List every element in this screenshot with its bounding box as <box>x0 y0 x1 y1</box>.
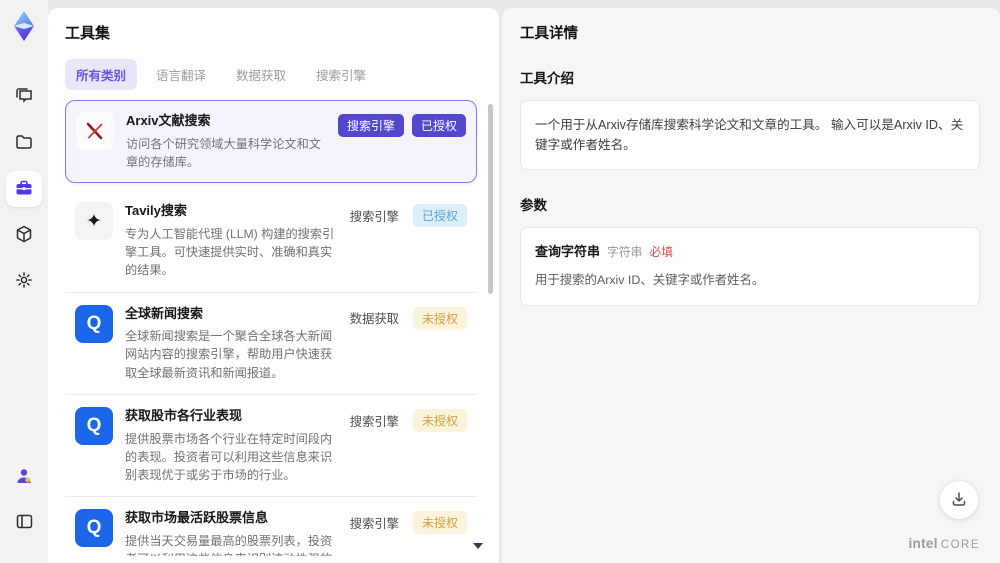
sidebar-item-settings[interactable] <box>6 263 42 299</box>
nav-rail <box>0 0 48 563</box>
app-logo-icon <box>10 10 38 45</box>
status-badge: 已授权 <box>411 114 466 137</box>
tools-list-panel: 工具集 所有类别 语言翻译 数据获取 搜索引擎 Arxiv文献搜索 访问各个研究… <box>48 8 499 563</box>
sidebar-item-chat[interactable] <box>6 79 42 115</box>
category-label: 搜索引擎 <box>349 516 399 531</box>
param-name: 查询字符串 <box>535 244 601 260</box>
tool-description: 全球新闻搜索是一个聚合全球各大新闻网站内容的搜索引擎，帮助用户快速获取全球最新资… <box>125 329 333 380</box>
tavily-logo-icon: ✦ <box>75 202 113 241</box>
app-window: 工具集 所有类别 语言翻译 数据获取 搜索引擎 Arxiv文献搜索 访问各个研究… <box>0 0 1000 563</box>
params-heading: 参数 <box>520 198 547 214</box>
detail-title: 工具详情 <box>520 26 578 42</box>
tool-name: Tavily搜索 <box>125 203 187 219</box>
param-description: 用于搜索的Arxiv ID、关键字或作者姓名。 <box>535 273 765 288</box>
tool-card-stock-sectors[interactable]: Q 获取股市各行业表现 提供股票市场各个行业在特定时间段内的表现。投资者可以利用… <box>65 395 477 498</box>
user-avatar-icon <box>14 466 34 489</box>
gear-icon <box>14 270 34 293</box>
folder-icon <box>14 132 34 155</box>
tool-intro-box: 一个用于从Arxiv存储库搜索科学论文和文章的工具。 输入可以是Arxiv ID… <box>520 100 980 171</box>
chat-icon <box>14 86 34 109</box>
download-icon <box>950 490 968 511</box>
tool-name: 获取市场最活跃股票信息 <box>125 510 269 526</box>
tool-description: 专为人工智能代理 (LLM) 构建的搜索引擎工具。可快速提供实时、准确和真实的结… <box>125 226 335 278</box>
tab-data-acquisition[interactable]: 数据获取 <box>225 59 297 90</box>
tool-card-active-stocks[interactable]: Q 获取市场最活跃股票信息 提供当天交易量最高的股票列表，投资者可以利用这些信息… <box>65 497 477 556</box>
tool-card-tavily[interactable]: ✦ Tavily搜索 专为人工智能代理 (LLM) 构建的搜索引擎工具。可快速提… <box>65 190 477 293</box>
tab-all-categories[interactable]: 所有类别 <box>65 59 138 90</box>
param-required-flag: 必填 <box>649 245 674 260</box>
arxiv-logo-icon <box>76 112 114 150</box>
tool-card-arxiv[interactable]: Arxiv文献搜索 访问各个研究领域大量科学论文和文章的存储库。 搜索引擎 已授… <box>65 100 477 184</box>
intro-heading: 工具介绍 <box>520 71 574 86</box>
param-type: 字符串 <box>607 245 643 260</box>
category-label: 搜索引擎 <box>349 414 399 429</box>
sidebar-collapse-button[interactable] <box>6 505 42 541</box>
tab-search-engine[interactable]: 搜索引擎 <box>305 59 377 90</box>
sidebar-item-account[interactable] <box>6 459 42 495</box>
status-badge: 已授权 <box>412 204 467 228</box>
list-scrollbar[interactable] <box>488 104 493 294</box>
quark-logo-icon: Q <box>75 304 113 343</box>
category-badge: 搜索引擎 <box>337 114 404 137</box>
quark-logo-icon: Q <box>75 407 113 446</box>
category-label: 搜索引擎 <box>349 209 399 224</box>
scroll-down-icon[interactable] <box>473 543 483 549</box>
tool-name: Arxiv文献搜索 <box>126 113 211 128</box>
tab-language-translation[interactable]: 语言翻译 <box>145 59 217 90</box>
tool-card-global-news[interactable]: Q 全球新闻搜索 全球新闻搜索是一个聚合全球各大新闻网站内容的搜索引擎，帮助用户… <box>65 292 477 396</box>
status-badge: 未授权 <box>412 306 467 330</box>
category-tabs: 所有类别 语言翻译 数据获取 搜索引擎 <box>65 59 499 90</box>
quark-logo-icon: Q <box>75 509 113 548</box>
param-box: 查询字符串 字符串 必填 用于搜索的Arxiv ID、关键字或作者姓名。 <box>520 227 980 306</box>
intel-core-logo: intel core <box>909 536 981 551</box>
tool-list: Arxiv文献搜索 访问各个研究领域大量科学论文和文章的存储库。 搜索引擎 已授… <box>65 100 499 556</box>
download-button[interactable] <box>940 481 978 519</box>
intel-logo-text: intel <box>908 536 938 551</box>
toolbox-icon <box>14 178 34 201</box>
package-icon <box>14 224 34 247</box>
tool-description: 提供当天交易量最高的股票列表，投资者可以利用这些信息来识别流动性强的股票和潜在的… <box>125 534 333 556</box>
tool-name: 全球新闻搜索 <box>125 305 204 321</box>
sidebar-item-packages[interactable] <box>6 217 42 253</box>
status-badge: 未授权 <box>412 511 467 535</box>
category-label: 数据获取 <box>349 312 399 327</box>
sidebar-item-tools[interactable] <box>6 171 42 207</box>
page-title: 工具集 <box>65 25 111 42</box>
core-logo-text: core <box>940 539 980 551</box>
tool-name: 获取股市各行业表现 <box>125 408 243 424</box>
tool-description: 访问各个研究领域大量科学论文和文章的存储库。 <box>126 136 321 169</box>
tool-detail-panel: 工具详情 工具介绍 一个用于从Arxiv存储库搜索科学论文和文章的工具。 输入可… <box>502 8 1000 563</box>
status-badge: 未授权 <box>412 409 467 433</box>
tool-description: 提供股票市场各个行业在特定时间段内的表现。投资者可以利用这些信息来识别表现优于或… <box>125 431 333 483</box>
panel-toggle-icon <box>15 512 34 534</box>
sidebar-item-files[interactable] <box>6 125 42 161</box>
